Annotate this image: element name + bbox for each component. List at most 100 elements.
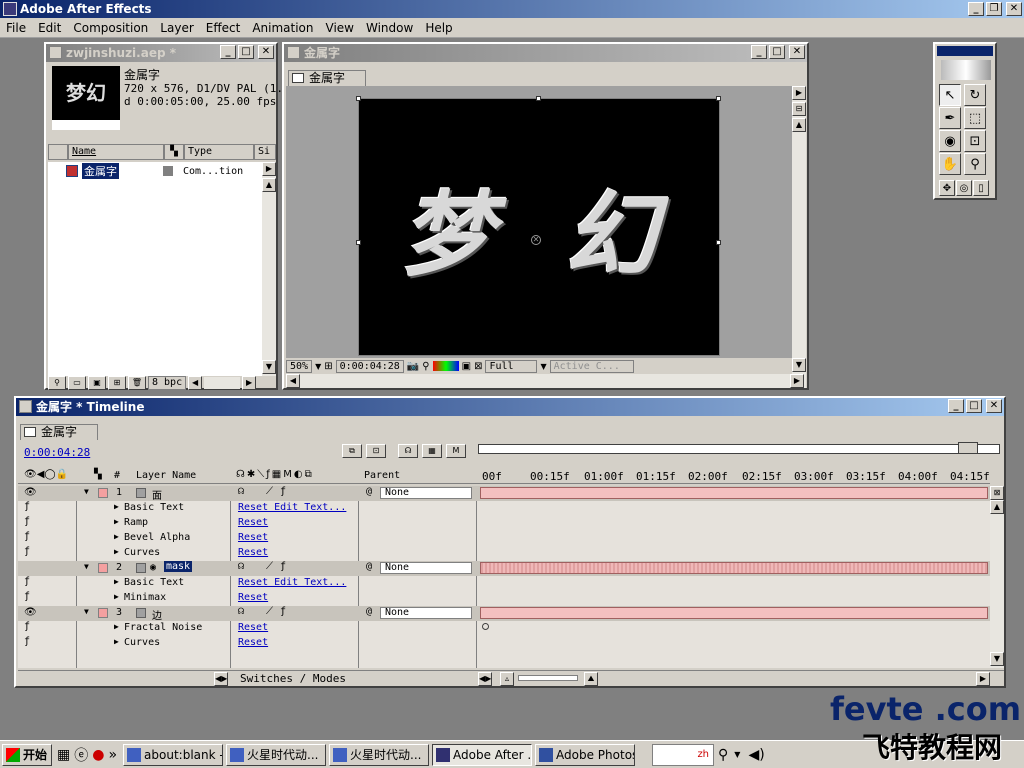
expand-graph-icon[interactable]: ◀▶: [478, 672, 492, 686]
parent-dropdown[interactable]: None: [380, 487, 472, 499]
comp-canvas[interactable]: 梦 幻 ✕: [358, 98, 720, 356]
effect-switch-icon[interactable]: ƒ: [280, 561, 286, 572]
comp-maximize-button[interactable]: □: [769, 45, 785, 59]
layer-row[interactable]: 👁 ▼ 1 面 ☊ ⟋ ƒ @ None: [18, 486, 990, 502]
twirl-right-icon[interactable]: ▶: [114, 592, 119, 601]
taskbar-item[interactable]: 火星时代动...: [329, 743, 430, 766]
layer-switches-icon[interactable]: ⊡: [366, 444, 386, 458]
frame-blend-icon[interactable]: ▦: [422, 444, 442, 458]
taskbar-item[interactable]: Adobe Photos...: [535, 743, 636, 766]
timeline-close-button[interactable]: ✕: [986, 399, 1002, 413]
horizontal-scroll-track[interactable]: [204, 377, 241, 389]
comp-minimize-button[interactable]: _: [751, 45, 767, 59]
comp-scroll-up-icon[interactable]: ▲: [792, 118, 806, 132]
comp-scrollbar-v[interactable]: ▶ ⊟ ▲ ▼: [792, 86, 806, 374]
effect-controls-link[interactable]: Reset: [238, 637, 268, 648]
timeline-scroll-down-icon[interactable]: ▼: [990, 652, 1004, 666]
column-name[interactable]: Name: [68, 144, 164, 160]
menu-layer[interactable]: Layer: [154, 18, 199, 38]
resolution-chevron-down-icon[interactable]: ▼: [540, 362, 546, 371]
visibility-eye-icon[interactable]: 👁: [24, 487, 37, 498]
anchor-point-icon[interactable]: ✕: [531, 235, 541, 245]
menu-animation[interactable]: Animation: [246, 18, 319, 38]
channel-icon[interactable]: [432, 361, 459, 371]
twirl-right-icon[interactable]: ▶: [114, 502, 119, 511]
restore-button[interactable]: ❐: [986, 2, 1002, 16]
quicklaunch-more-icon[interactable]: »: [108, 747, 117, 763]
handle-r[interactable]: [716, 240, 721, 245]
scroll-right-icon[interactable]: ▶: [262, 162, 276, 176]
zoom-slider[interactable]: [518, 675, 578, 681]
keyframe-icon[interactable]: [482, 623, 489, 630]
zoom-tool-icon[interactable]: ⚲: [964, 153, 986, 175]
layer-label-color[interactable]: [98, 563, 108, 573]
timeline-maximize-button[interactable]: □: [966, 399, 982, 413]
chevron-down-icon[interactable]: ▼: [734, 750, 740, 759]
twirl-right-icon[interactable]: ▶: [114, 547, 119, 556]
layer-row[interactable]: 👁 ▼ 3 边 ☊ ⟋ ƒ @ None: [18, 606, 990, 622]
zoom-in-icon[interactable]: ⛰: [584, 672, 598, 686]
quicklaunch-desktop-icon[interactable]: ▦: [57, 747, 70, 763]
expand-panes-icon[interactable]: ◀▶: [214, 672, 228, 686]
comp-close-button[interactable]: ✕: [789, 45, 805, 59]
shy-switch-icon[interactable]: ☊: [238, 561, 244, 572]
comp-viewer[interactable]: 梦 幻 ✕: [286, 86, 792, 360]
quality-switch-icon[interactable]: ⟋: [266, 606, 273, 617]
effect-toggle-icon[interactable]: ƒ: [24, 516, 30, 527]
show-snapshot-icon[interactable]: ⚲: [422, 361, 429, 372]
timeline-expand-icon[interactable]: ⊠: [990, 486, 1004, 500]
snapshot-icon[interactable]: 📷: [407, 361, 419, 372]
comp-marker-icon[interactable]: ⧉: [342, 444, 362, 458]
quality-switch-icon[interactable]: ⟋: [266, 561, 273, 572]
effect-toggle-icon[interactable]: ƒ: [24, 621, 30, 632]
label-column-icon[interactable]: ▚: [164, 144, 184, 160]
comp-scroll-left-icon[interactable]: ◀: [286, 374, 300, 388]
parent-dropdown[interactable]: None: [380, 562, 472, 574]
shy-switch-icon[interactable]: ☊: [238, 606, 244, 617]
layer-name[interactable]: mask: [164, 561, 193, 572]
effect-toggle-icon[interactable]: ƒ: [24, 636, 30, 647]
pen-tool-icon[interactable]: ✒: [939, 107, 961, 129]
taskbar-item[interactable]: about:blank - ...: [123, 743, 224, 766]
folder-icon[interactable]: ▭: [68, 376, 86, 390]
project-scrollbar[interactable]: ▶ ▲ ▼: [262, 162, 276, 376]
new-comp-icon[interactable]: ▣: [88, 376, 106, 390]
twirl-right-icon[interactable]: ▶: [114, 532, 119, 541]
effect-controls-link[interactable]: Reset: [238, 592, 268, 603]
timeline-minimize-button[interactable]: _: [948, 399, 964, 413]
effect-toggle-icon[interactable]: ƒ: [24, 531, 30, 542]
column-type[interactable]: Type: [184, 144, 254, 160]
visibility-eye-icon[interactable]: 👁: [24, 607, 37, 618]
effect-controls-link[interactable]: Reset: [238, 547, 268, 558]
bpc-button[interactable]: 8 bpc: [148, 376, 187, 390]
ime-indicator[interactable]: zh: [652, 743, 715, 766]
zoom-dropdown[interactable]: 50%: [286, 359, 313, 373]
shy-layers-icon[interactable]: ☊: [398, 444, 418, 458]
project-minimize-button[interactable]: _: [220, 45, 236, 59]
scroll-left-icon[interactable]: ◀: [188, 376, 203, 390]
pickwhip-icon[interactable]: @: [366, 606, 372, 617]
column-layer-name[interactable]: Layer Name: [136, 470, 196, 481]
menu-file[interactable]: File: [0, 18, 32, 38]
layer-duration-bar[interactable]: [480, 487, 988, 499]
switches-modes-toggle[interactable]: Switches / Modes: [240, 672, 346, 685]
close-button[interactable]: ✕: [1006, 2, 1022, 16]
timeline-scrollbar-v[interactable]: ⊠ ▲ ▼: [990, 486, 1004, 668]
volume-icon[interactable]: ◀): [748, 747, 764, 763]
find-icon[interactable]: ⚲: [48, 376, 66, 390]
handle-tr[interactable]: [716, 96, 721, 101]
twirl-right-icon[interactable]: ▶: [114, 622, 119, 631]
trash-icon[interactable]: 🗑: [128, 376, 146, 390]
quicklaunch-ie-icon[interactable]: ⓔ: [74, 745, 88, 765]
effect-toggle-icon[interactable]: ƒ: [24, 501, 30, 512]
handle-t[interactable]: [536, 96, 541, 101]
pan-behind-tool-icon[interactable]: ⊡: [964, 130, 986, 152]
comp-scroll-right-icon[interactable]: ▶: [790, 374, 804, 388]
timeline-scroll-up-icon[interactable]: ▲: [990, 500, 1004, 514]
taskbar-item[interactable]: 火星时代动...: [226, 743, 327, 766]
project-item[interactable]: 金属字 Com...tion: [48, 163, 262, 179]
layer-label-color[interactable]: [98, 488, 108, 498]
twirl-right-icon[interactable]: ▶: [114, 517, 119, 526]
parent-dropdown[interactable]: None: [380, 607, 472, 619]
layer-duration-bar[interactable]: [480, 562, 988, 574]
